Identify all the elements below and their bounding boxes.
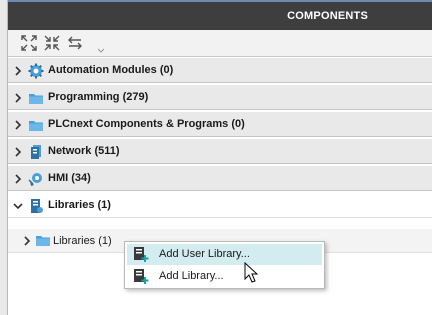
category-label: HMI (34) <box>48 172 91 184</box>
chevron-right-icon[interactable] <box>13 66 23 76</box>
folder-icon <box>36 236 50 246</box>
expand-all-icon <box>21 35 37 51</box>
toolbar <box>8 30 432 57</box>
swap-arrows-icon <box>68 36 82 50</box>
library-icon <box>31 199 43 213</box>
chevron-right-icon[interactable] <box>13 174 23 184</box>
collapse-all-icon <box>44 35 60 51</box>
panel-header: COMPONENTS <box>8 0 432 30</box>
category-plcnext-components[interactable]: PLCnext Components & Programs (0) <box>8 111 432 137</box>
network-device-icon <box>31 145 41 159</box>
chevron-right-icon[interactable] <box>13 93 23 103</box>
gear-modules-icon <box>28 63 44 79</box>
folder-icon <box>29 121 43 131</box>
panel-title: COMPONENTS <box>287 10 368 22</box>
add-user-library-menu-item[interactable]: Add User Library... <box>127 244 322 265</box>
left-edge-strip <box>0 0 8 315</box>
caret-down-icon <box>97 48 105 53</box>
category-hmi[interactable]: HMI (34) <box>8 165 432 191</box>
category-programming[interactable]: Programming (279) <box>8 84 432 110</box>
context-menu: Add User Library... Add Library... <box>124 241 325 289</box>
add-user-library-icon <box>134 247 149 262</box>
category-label: Programming (279) <box>48 91 149 103</box>
mouse-cursor-icon <box>244 262 258 283</box>
swap-button[interactable] <box>66 34 84 52</box>
category-automation-modules[interactable]: Automation Modules (0) <box>8 57 432 83</box>
chevron-right-icon[interactable] <box>13 147 23 157</box>
chevron-right-icon[interactable] <box>13 120 23 130</box>
expand-all-button[interactable] <box>20 34 38 52</box>
chevron-down-icon[interactable] <box>13 201 23 211</box>
category-libraries[interactable]: Libraries (1) <box>8 192 432 218</box>
chevron-right-icon[interactable] <box>22 236 32 246</box>
folder-icon <box>29 94 43 104</box>
category-label: Automation Modules (0) <box>48 64 174 76</box>
category-label: Libraries (1) <box>48 199 111 211</box>
menu-item-label: Add User Library... <box>159 248 250 260</box>
category-label: Network (511) <box>48 145 120 157</box>
category-label: PLCnext Components & Programs (0) <box>48 118 245 130</box>
hmi-gear-icon <box>28 173 42 186</box>
category-network[interactable]: Network (511) <box>8 138 432 164</box>
libraries-subitem-label: Libraries (1) <box>53 235 112 247</box>
menu-item-label: Add Library... <box>159 270 224 282</box>
add-library-menu-item[interactable]: Add Library... <box>127 266 322 287</box>
add-library-icon <box>134 269 149 284</box>
toolbar-dropdown-caret[interactable] <box>97 45 105 53</box>
collapse-all-button[interactable] <box>43 34 61 52</box>
